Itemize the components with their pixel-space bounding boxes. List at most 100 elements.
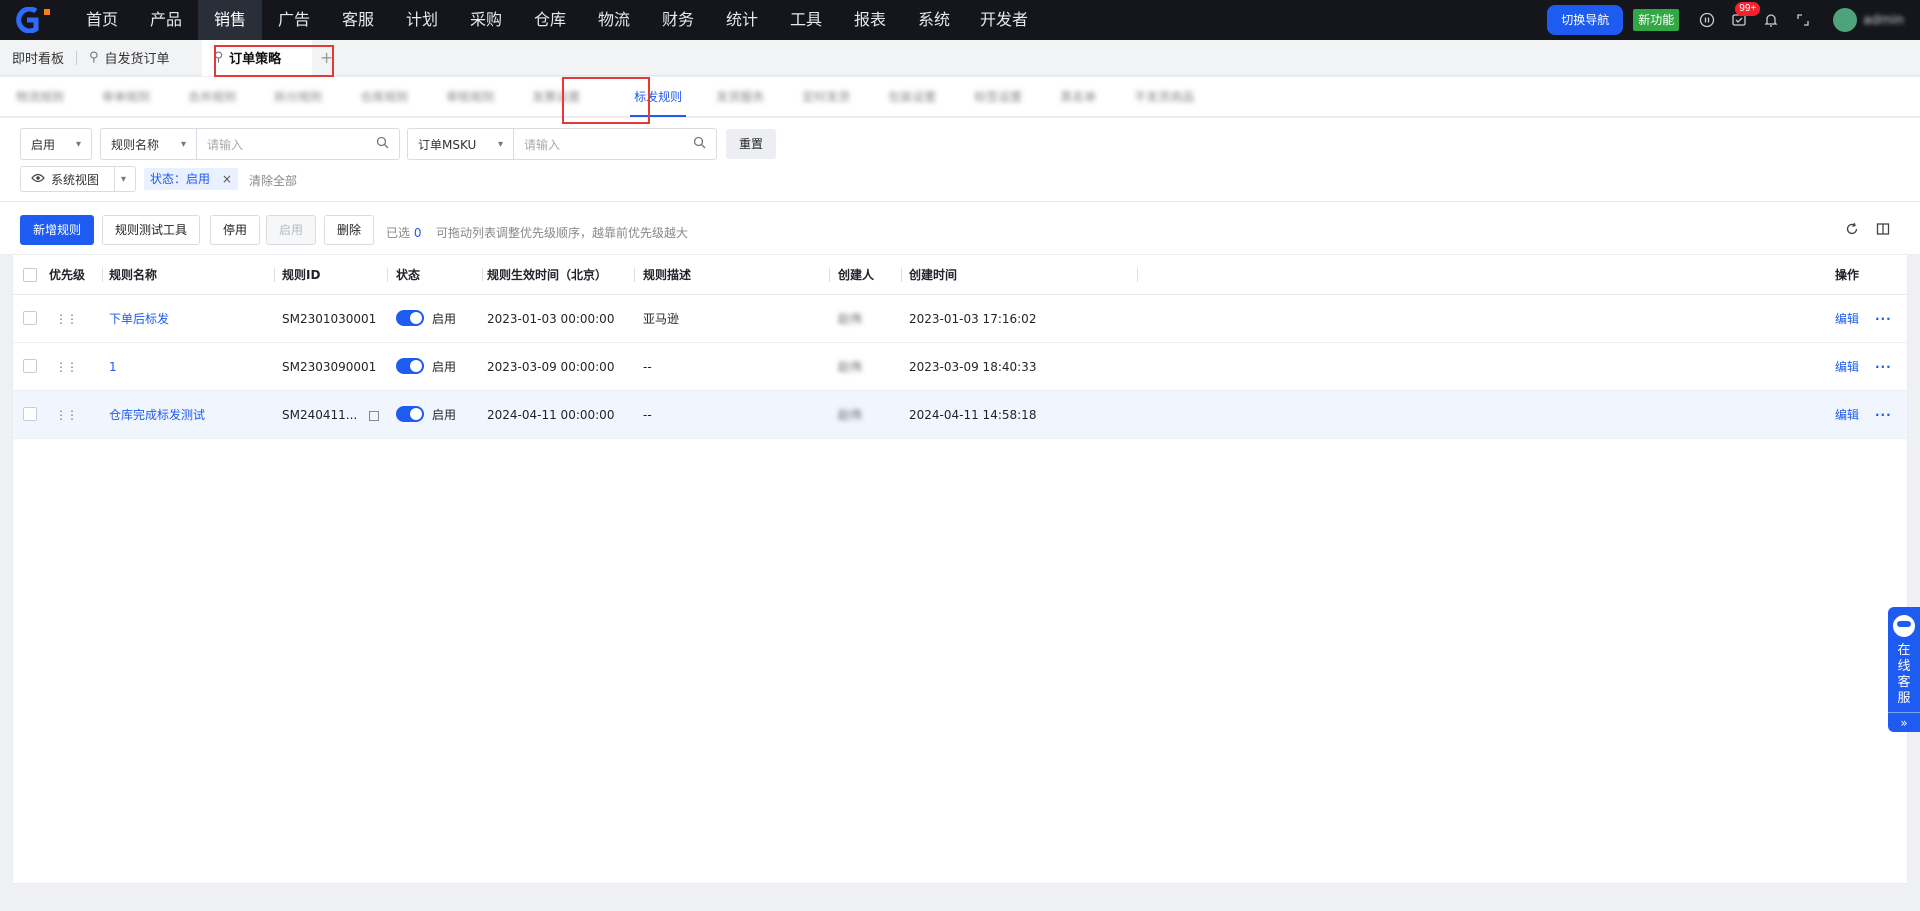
filter-bar: 启用 ▾ 规则名称 ▾ 请输入 订单MSKU ▾ 请输入 重置 系统视图 ▾ 状… bbox=[0, 118, 1920, 202]
inbox-icon[interactable]: 99+ bbox=[1729, 2, 1761, 30]
menu-item-warehouse[interactable]: 仓库 bbox=[518, 0, 582, 40]
table-row[interactable]: ⋮⋮ 下单后标发 SM2301030001 启用 2023-01-03 00:0… bbox=[13, 295, 1907, 343]
column-divider bbox=[482, 268, 483, 282]
more-icon[interactable]: ··· bbox=[1875, 295, 1892, 343]
column-settings-icon[interactable] bbox=[1876, 222, 1890, 240]
pin-icon[interactable]: ⚲ bbox=[214, 50, 224, 65]
edit-link[interactable]: 编辑 bbox=[1835, 343, 1859, 391]
column-divider bbox=[274, 268, 275, 282]
menu-item-reports[interactable]: 报表 bbox=[838, 0, 902, 40]
menu-item-service[interactable]: 客服 bbox=[326, 0, 390, 40]
add-rule-button[interactable]: 新增规则 bbox=[20, 215, 95, 245]
add-tab-button[interactable]: + bbox=[312, 48, 342, 67]
reset-button[interactable]: 重置 bbox=[726, 129, 777, 159]
subtab-1[interactable]: 物流规则 bbox=[16, 77, 84, 117]
subtab-5[interactable]: 仓库规则 bbox=[360, 77, 428, 117]
disable-button[interactable]: 停用 bbox=[210, 215, 261, 245]
subtab-2[interactable]: 审单规则 bbox=[102, 77, 170, 117]
subtab-3[interactable]: 合并规则 bbox=[188, 77, 256, 117]
rule-name-link[interactable]: 1 bbox=[109, 343, 117, 391]
select-all-checkbox[interactable] bbox=[23, 268, 37, 282]
menu-item-finance[interactable]: 财务 bbox=[646, 0, 710, 40]
tab-self-ship-orders[interactable]: ⚲ 自发货订单 bbox=[77, 40, 182, 76]
subtab-9[interactable]: 发货服务 bbox=[716, 77, 784, 117]
menu-item-home[interactable]: 首页 bbox=[70, 0, 134, 40]
subtab-4[interactable]: 拆分规则 bbox=[274, 77, 342, 117]
refresh-icon[interactable] bbox=[1845, 222, 1859, 240]
subtab-6[interactable]: 审核规则 bbox=[446, 77, 514, 117]
user-name[interactable]: admin bbox=[1863, 13, 1904, 28]
subtab-label-rules[interactable]: 标发规则 bbox=[630, 77, 687, 117]
subtab-label: 审核规则 bbox=[446, 90, 495, 104]
subtab-label: 发货服务 bbox=[716, 90, 765, 104]
clear-all-link[interactable]: 清除全部 bbox=[249, 172, 297, 189]
subtab-12[interactable]: 标签设置 bbox=[974, 77, 1042, 117]
table-row[interactable]: ⋮⋮ 1 SM2303090001 启用 2023-03-09 00:00:00… bbox=[13, 343, 1907, 391]
tab-dashboard[interactable]: 即时看板 bbox=[0, 40, 76, 76]
close-icon[interactable]: × bbox=[222, 172, 232, 186]
rule-name-link[interactable]: 下单后标发 bbox=[109, 295, 169, 343]
logo[interactable] bbox=[0, 0, 70, 40]
enable-button[interactable]: 启用 bbox=[266, 215, 317, 245]
switch-nav-button[interactable]: 切换导航 bbox=[1547, 5, 1624, 35]
menu-item-logistics[interactable]: 物流 bbox=[582, 0, 646, 40]
drag-handle-icon[interactable]: ⋮⋮ bbox=[55, 343, 78, 391]
msku-input[interactable]: 请输入 bbox=[514, 129, 716, 159]
view-select[interactable]: 系统视图 ▾ bbox=[20, 166, 136, 192]
menu-item-ads[interactable]: 广告 bbox=[262, 0, 326, 40]
pause-circle-icon[interactable] bbox=[1697, 10, 1717, 30]
menu-item-stats[interactable]: 统计 bbox=[710, 0, 774, 40]
subtab-7[interactable]: 发票设置 bbox=[532, 77, 600, 117]
menu-item-purchase[interactable]: 采购 bbox=[454, 0, 518, 40]
subtab-11[interactable]: 包装设置 bbox=[888, 77, 956, 117]
field-select[interactable]: 规则名称 ▾ bbox=[101, 129, 197, 159]
menu-item-tools[interactable]: 工具 bbox=[774, 0, 838, 40]
search-icon[interactable] bbox=[693, 136, 706, 152]
copy-icon[interactable] bbox=[369, 410, 380, 421]
row-checkbox[interactable] bbox=[23, 359, 37, 373]
delete-button[interactable]: 删除 bbox=[324, 215, 375, 245]
col-name: 规则名称 bbox=[109, 268, 158, 282]
tab-order-strategy[interactable]: ⚲ 订单策略 bbox=[201, 39, 312, 76]
drag-handle-icon[interactable]: ⋮⋮ bbox=[55, 295, 78, 343]
menu-item-system[interactable]: 系统 bbox=[902, 0, 966, 40]
bell-icon[interactable] bbox=[1761, 10, 1781, 30]
pin-icon[interactable]: ⚲ bbox=[89, 50, 99, 65]
menu-item-developer[interactable]: 开发者 bbox=[966, 0, 1042, 40]
rule-test-tool-button[interactable]: 规则测试工具 bbox=[102, 215, 201, 245]
status-toggle[interactable] bbox=[396, 406, 424, 422]
collapse-icon[interactable]: » bbox=[1888, 712, 1920, 732]
edit-link[interactable]: 编辑 bbox=[1835, 391, 1859, 439]
subtab-14[interactable]: 不发货商品 bbox=[1134, 77, 1214, 117]
rule-id: SM240411... bbox=[282, 408, 358, 422]
drag-handle-icon[interactable]: ⋮⋮ bbox=[55, 391, 78, 439]
row-checkbox[interactable] bbox=[23, 311, 37, 325]
subtab-label: 审单规则 bbox=[102, 90, 151, 104]
fullscreen-icon[interactable] bbox=[1793, 10, 1813, 30]
subtab-label: 定时发货 bbox=[802, 90, 851, 104]
status-select[interactable]: 启用 ▾ bbox=[20, 128, 92, 160]
table-row[interactable]: ⋮⋮ 仓库完成标发测试 SM240411... 启用 2024-04-11 00… bbox=[13, 391, 1907, 439]
menu-item-product[interactable]: 产品 bbox=[134, 0, 198, 40]
new-feature-button[interactable]: 新功能 bbox=[1633, 9, 1680, 31]
more-icon[interactable]: ··· bbox=[1875, 391, 1892, 439]
subtab-13[interactable]: 黑名单 bbox=[1060, 77, 1116, 117]
subtab-10[interactable]: 定时发货 bbox=[802, 77, 870, 117]
status-toggle[interactable] bbox=[396, 310, 424, 326]
menu-item-sales[interactable]: 销售 bbox=[198, 0, 262, 40]
edit-link[interactable]: 编辑 bbox=[1835, 295, 1859, 343]
rule-name-link[interactable]: 仓库完成标发测试 bbox=[109, 391, 205, 439]
more-icon[interactable]: ··· bbox=[1875, 343, 1892, 391]
avatar[interactable] bbox=[1833, 8, 1858, 32]
col-status: 状态 bbox=[396, 268, 421, 282]
row-checkbox[interactable] bbox=[23, 407, 37, 421]
subtab-label: 标签设置 bbox=[974, 90, 1023, 104]
online-service-widget[interactable]: 在线客服 » bbox=[1888, 607, 1920, 732]
rule-name-input[interactable]: 请输入 bbox=[197, 129, 399, 159]
menu-item-plan[interactable]: 计划 bbox=[390, 0, 454, 40]
msku-search: 订单MSKU ▾ 请输入 bbox=[407, 128, 717, 160]
field-select[interactable]: 订单MSKU ▾ bbox=[408, 129, 514, 159]
search-icon[interactable] bbox=[376, 136, 389, 152]
status-toggle[interactable] bbox=[396, 358, 424, 374]
created-at: 2023-01-03 17:16:02 bbox=[909, 312, 1037, 326]
